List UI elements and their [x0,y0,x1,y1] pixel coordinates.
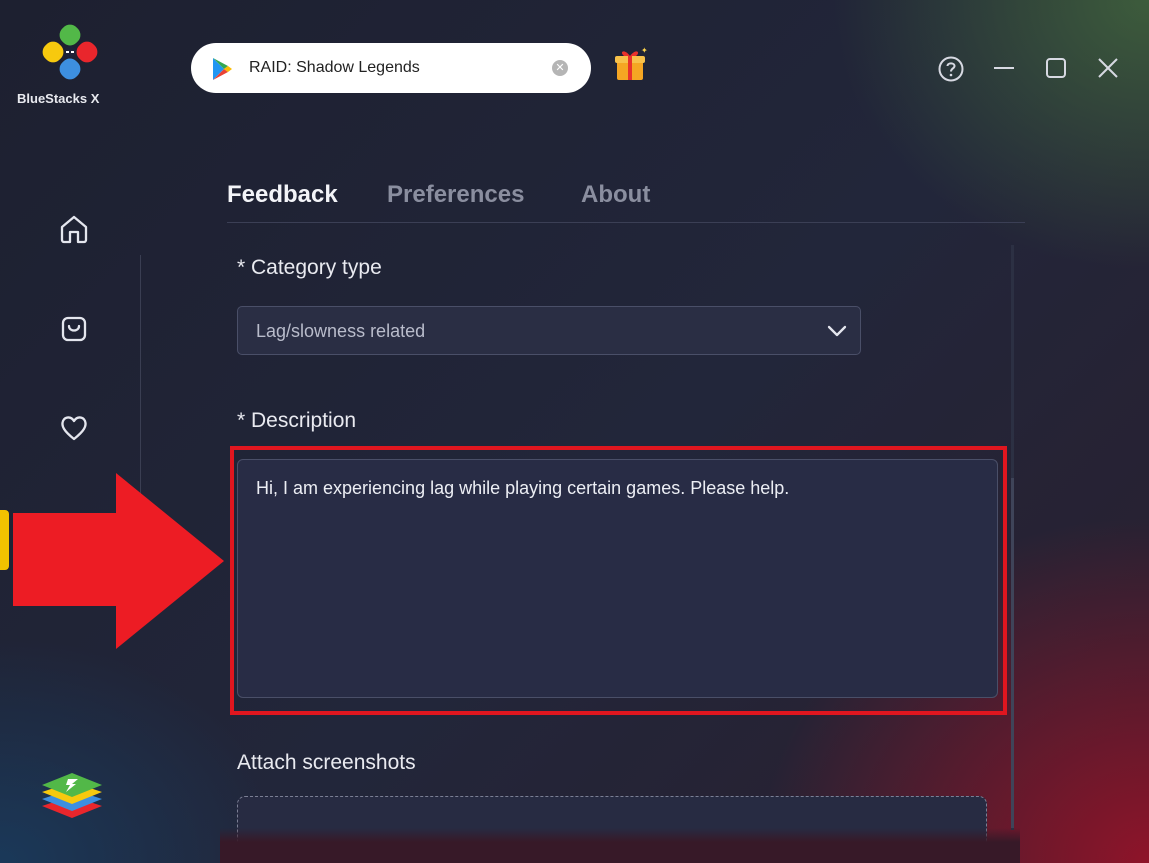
bluestacks-icon[interactable] [38,768,106,828]
category-value: Lag/slowness related [256,321,426,341]
content-fade [220,828,1020,863]
tab-feedback[interactable]: Feedback [227,181,338,209]
heart-icon[interactable] [58,412,90,444]
search-query: RAID: Shadow Legends [249,59,420,76]
tab-preferences[interactable]: Preferences [387,181,524,209]
brand-name: BlueStacks X [17,91,100,106]
close-icon[interactable] [1094,55,1122,83]
highlight-box [230,446,1007,715]
scrollbar-thumb[interactable] [1011,478,1014,828]
app-background [0,0,1149,863]
category-select[interactable]: Lag/slowness related [237,306,861,355]
active-nav-marker [0,510,9,570]
description-label: * Description [237,409,357,432]
shopping-bag-icon[interactable] [58,313,90,345]
app-search-bar[interactable]: RAID: Shadow Legends ✕ [191,43,591,93]
maximize-icon[interactable] [1042,55,1070,83]
gift-icon[interactable]: ✦ [612,46,648,82]
bluestacks-x-logo [42,24,98,80]
help-icon[interactable] [937,55,965,83]
chevron-down-icon [827,325,847,337]
home-icon[interactable] [58,213,90,245]
settings-tabs: Feedback Preferences About [227,181,1025,223]
category-label: * Category type [237,256,382,279]
google-play-icon [213,58,232,80]
pointer-arrow [13,473,224,649]
tab-about[interactable]: About [581,181,650,209]
attach-label: Attach screenshots [237,751,416,774]
minimize-icon[interactable] [990,55,1018,83]
svg-text:✦: ✦ [641,46,648,55]
clear-icon[interactable]: ✕ [552,60,568,76]
